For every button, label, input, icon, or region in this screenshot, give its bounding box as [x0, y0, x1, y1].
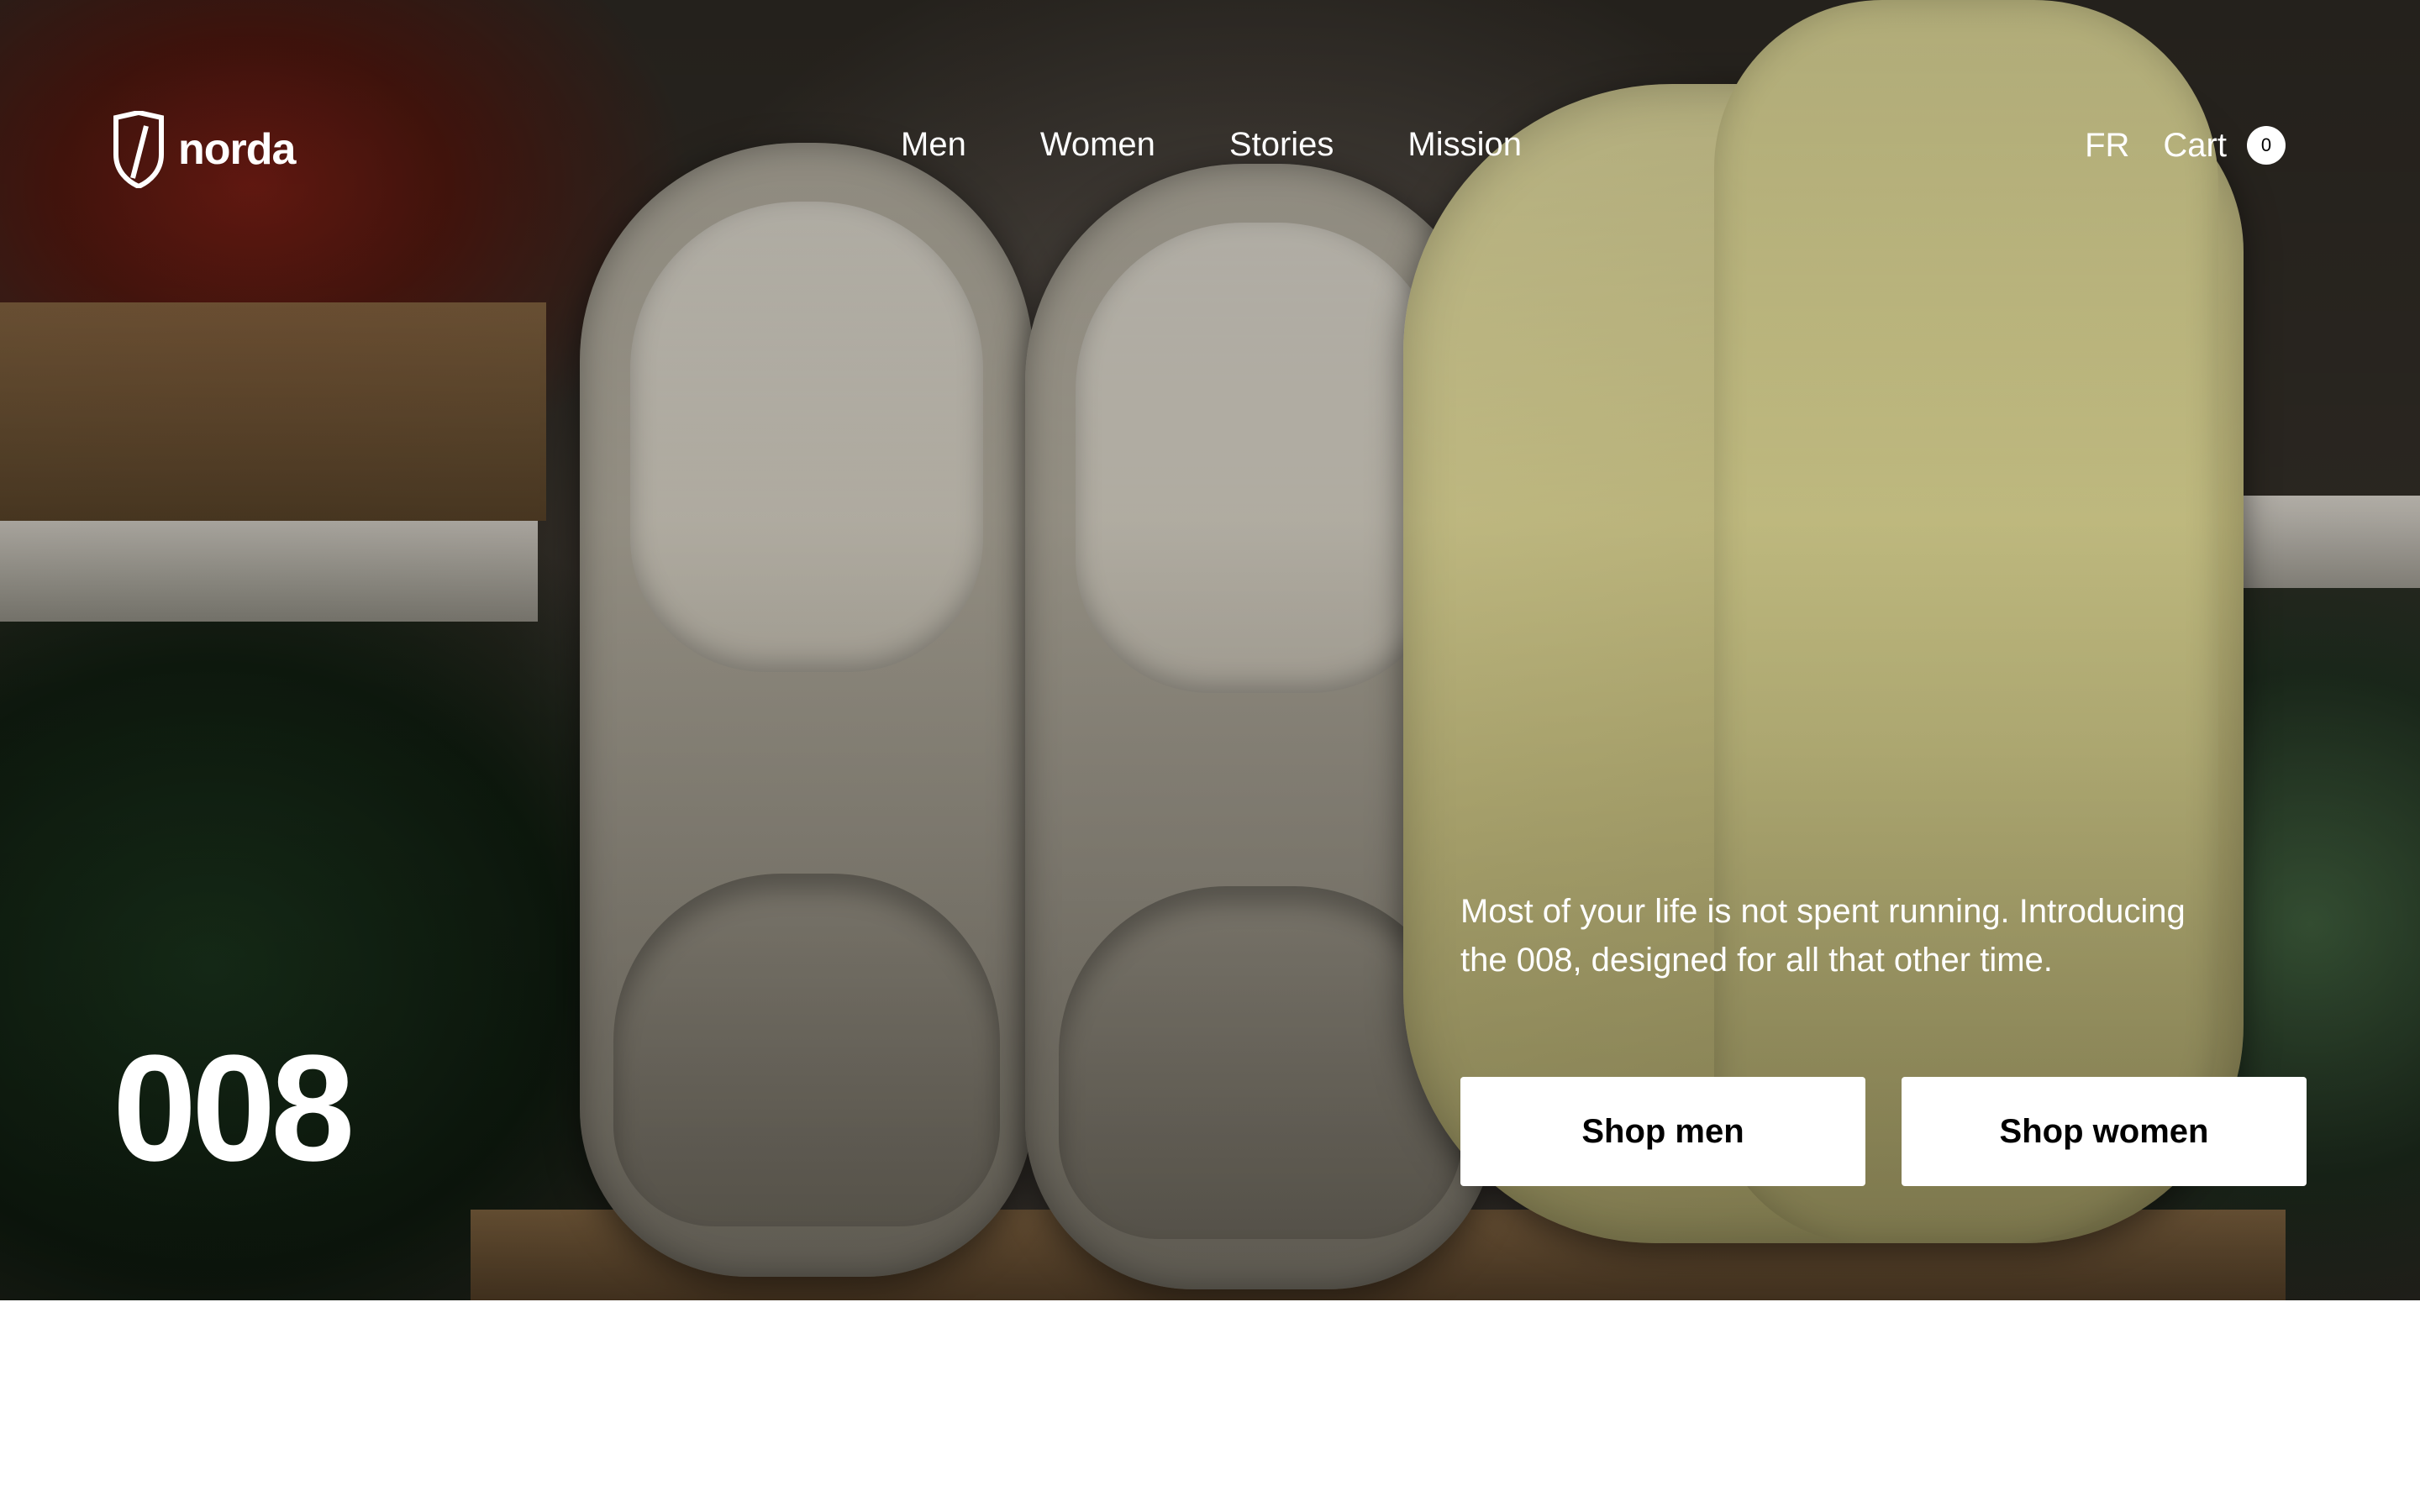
hero-banner: norda Men Women Stories Mission FR Cart …	[0, 0, 2420, 1300]
nav-item-women[interactable]: Women	[1040, 126, 1155, 164]
main-nav: Men Women Stories Mission	[901, 126, 1522, 164]
shield-icon	[113, 111, 164, 188]
brand-name: norda	[178, 125, 296, 174]
hero-tagline: Most of your life is not spent running. …	[1460, 893, 2186, 979]
header-actions: FR Cart 0	[2085, 126, 2286, 165]
shop-men-button[interactable]: Shop men	[1460, 1077, 1865, 1186]
nav-item-men[interactable]: Men	[901, 126, 966, 164]
cart-link[interactable]: Cart	[2163, 127, 2227, 165]
product-number: 008	[113, 1024, 355, 1193]
nav-item-stories[interactable]: Stories	[1229, 126, 1334, 164]
shop-women-button[interactable]: Shop women	[1902, 1077, 2307, 1186]
brand-logo[interactable]: norda	[111, 111, 296, 188]
cart-count-badge[interactable]: 0	[2247, 126, 2286, 165]
nav-item-mission[interactable]: Mission	[1407, 126, 1522, 164]
language-switch[interactable]: FR	[2085, 127, 2129, 165]
